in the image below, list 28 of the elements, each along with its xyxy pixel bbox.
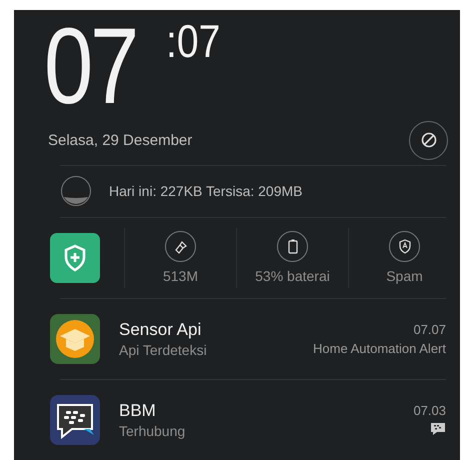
notification-title: BBM — [119, 400, 157, 421]
chat-icon — [430, 422, 446, 436]
do-not-disturb-button[interactable] — [409, 120, 448, 160]
graduation-cap-icon[interactable] — [50, 314, 100, 364]
prohibited-icon — [420, 132, 436, 148]
shortcut-label: 53% baterai — [255, 268, 330, 284]
clock-minute: :07 — [166, 16, 220, 66]
notification-text: Api Terdeteksi — [119, 342, 208, 358]
shield-icon — [398, 239, 412, 254]
shortcut-button[interactable] — [389, 231, 420, 262]
security-app-icon[interactable] — [50, 232, 100, 283]
data-usage-icon — [60, 175, 92, 208]
notification-time: 07.07 — [413, 322, 446, 337]
notification-source: Home Automation Alert — [313, 340, 446, 356]
data-usage-text: Hari ini: 227KB Tersisa: 209MB — [109, 183, 302, 200]
notification-time: 07.03 — [413, 403, 446, 418]
shortcut-label: 513M — [162, 268, 198, 284]
shortcut-button[interactable] — [165, 231, 196, 262]
notification-text: Terhubung — [119, 422, 186, 439]
clock-hour: 07 — [44, 16, 137, 116]
shortcut-button[interactable] — [277, 231, 308, 262]
shield-plus-icon — [63, 244, 87, 272]
shortcut-label: Spam — [386, 268, 423, 284]
brush-icon — [174, 240, 188, 254]
date-text: Selasa, 29 Desember — [48, 132, 192, 149]
battery-icon — [288, 239, 298, 254]
notification-title: Sensor Api — [119, 320, 202, 340]
chat-bubble-icon[interactable] — [50, 394, 100, 445]
